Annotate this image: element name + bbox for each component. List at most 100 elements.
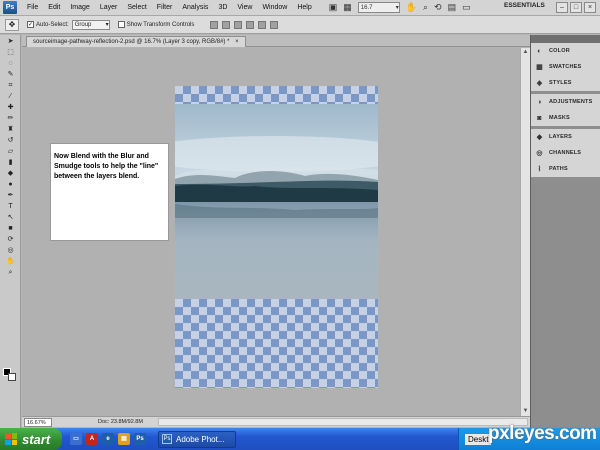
close-button[interactable]: × [584, 2, 596, 13]
align-bottom-icon[interactable] [234, 20, 243, 29]
gradient-tool-icon[interactable]: ▮ [4, 158, 17, 167]
menu-analysis[interactable]: Analysis [177, 4, 213, 11]
zoom-tool-icon[interactable]: ⌕ [4, 268, 17, 277]
panel-swatches[interactable]: ▦ SWATCHES [531, 59, 600, 75]
brush-tool-icon[interactable]: ✏ [4, 114, 17, 123]
quick-select-tool-icon[interactable]: ✎ [4, 70, 17, 79]
zoom-level-select[interactable]: 16.7 ▾ [357, 2, 400, 13]
document-tab[interactable]: sourceimage-pathway-reflection-2.psd @ 1… [26, 36, 246, 47]
workspace-switcher[interactable]: ESSENTIALS [504, 2, 545, 9]
maximize-button[interactable]: □ [570, 2, 582, 13]
lasso-tool-icon[interactable]: ◌ [4, 59, 17, 68]
scroll-down-icon[interactable]: ▼ [521, 407, 530, 416]
panel-masks[interactable]: ◙ MASKS [531, 110, 600, 126]
instruction-note: Now Blend with the Blur and Smudge tools… [50, 143, 169, 241]
instruction-text: Now Blend with the Blur and Smudge tools… [54, 153, 159, 180]
panel-paths-label: PATHS [549, 166, 568, 172]
status-zoom-field[interactable]: 16.67% [24, 417, 52, 427]
zoom-tool-icon[interactable]: ⌕ [423, 2, 428, 13]
document-size-info[interactable]: Doc: 23.8M/92.8M [98, 419, 143, 425]
show-transform-checkbox[interactable] [117, 21, 125, 28]
windows-flag-icon [5, 433, 17, 445]
taskbar-photoshop-button[interactable]: Ps Adobe Phot... [158, 430, 236, 448]
scroll-up-icon[interactable]: ▲ [521, 48, 530, 57]
document-tab-bar: sourceimage-pathway-reflection-2.psd @ 1… [22, 35, 530, 47]
crop-tool-icon[interactable]: ⌗ [4, 81, 17, 90]
menu-window[interactable]: Window [257, 4, 292, 11]
background-color-swatch[interactable] [8, 373, 16, 381]
healing-brush-tool-icon[interactable]: ✚ [4, 103, 17, 112]
close-tab-icon[interactable]: × [235, 39, 239, 45]
horizontal-scrollbar[interactable] [158, 418, 528, 426]
styles-icon: ◈ [536, 79, 543, 87]
photoshop-quick-icon[interactable]: Ps [134, 433, 146, 445]
start-button[interactable]: start [0, 428, 62, 450]
panel-channels[interactable]: ◎ CHANNELS [531, 145, 600, 161]
menu-select[interactable]: Select [122, 4, 151, 11]
canvas-workspace[interactable]: Now Blend with the Blur and Smudge tools… [22, 48, 520, 416]
panel-channels-label: CHANNELS [549, 150, 582, 156]
paths-icon: ⌇ [537, 165, 542, 173]
explorer-icon[interactable]: ▤ [118, 433, 130, 445]
view-extras-icon[interactable]: ▦ [343, 2, 352, 13]
dodge-tool-icon[interactable]: ● [4, 180, 17, 189]
menu-layer[interactable]: Layer [95, 4, 123, 11]
quick-launch: ▭ A e ▤ Ps [70, 433, 146, 445]
photoshop-window: Ps File Edit Image Layer Select Filter A… [0, 0, 600, 450]
panel-group-color: ◐ COLOR ▦ SWATCHES ◈ STYLES [531, 43, 600, 94]
move-tool-icon[interactable]: ➤ [4, 37, 17, 46]
shape-tool-icon[interactable]: ■ [4, 224, 17, 233]
panel-layers[interactable]: ◆ LAYERS [531, 129, 600, 145]
auto-select-value: Group [74, 21, 92, 28]
arrange-documents-icon[interactable]: ▤ [448, 2, 457, 13]
panel-color[interactable]: ◐ COLOR [531, 43, 600, 59]
menu-3d[interactable]: 3D [213, 4, 232, 11]
screen-mode-icon[interactable]: ▭ [462, 2, 471, 13]
3d-orbit-tool-icon[interactable]: ◎ [4, 246, 17, 255]
auto-select-dropdown[interactable]: Group ▾ [71, 19, 110, 30]
menu-help[interactable]: Help [292, 4, 316, 11]
type-tool-icon[interactable]: T [4, 202, 17, 211]
marquee-tool-icon[interactable]: ⬚ [4, 48, 17, 57]
color-icon: ◐ [537, 47, 542, 55]
blur-tool-icon[interactable]: ◆ [4, 169, 17, 178]
eraser-tool-icon[interactable]: ▱ [4, 147, 17, 156]
panel-styles-label: STYLES [549, 80, 572, 86]
align-right-icon[interactable] [270, 20, 279, 29]
hand-tool-icon[interactable]: ✋ [4, 257, 17, 266]
minimize-button[interactable]: – [556, 2, 568, 13]
panel-styles[interactable]: ◈ STYLES [531, 75, 600, 91]
pen-tool-icon[interactable]: ✒ [4, 191, 17, 200]
path-selection-tool-icon[interactable]: ↖ [4, 213, 17, 222]
align-left-icon[interactable] [246, 20, 255, 29]
vertical-scrollbar[interactable]: ▲ ▼ [520, 48, 530, 416]
clone-stamp-tool-icon[interactable]: ♜ [4, 125, 17, 134]
panel-adjustments[interactable]: ◑ ADJUSTMENTS [531, 94, 600, 110]
align-center-icon[interactable] [258, 20, 267, 29]
auto-select-checkbox[interactable]: ✓ [27, 21, 34, 28]
menu-filter[interactable]: Filter [152, 4, 178, 11]
history-brush-tool-icon[interactable]: ↺ [4, 136, 17, 145]
menu-file[interactable]: File [22, 4, 43, 11]
panel-masks-label: MASKS [549, 115, 570, 121]
panel-paths[interactable]: ⌇ PATHS [531, 161, 600, 177]
eyedropper-tool-icon[interactable]: ⁄ [4, 92, 17, 101]
launch-bridge-icon[interactable]: ▣ [329, 2, 338, 13]
channels-icon: ◎ [536, 149, 543, 157]
panel-adjustments-label: ADJUSTMENTS [549, 99, 593, 105]
align-middle-icon[interactable] [222, 20, 231, 29]
3d-rotate-tool-icon[interactable]: ⟳ [4, 235, 17, 244]
menu-view[interactable]: View [232, 4, 257, 11]
move-tool-preset-icon[interactable]: ✥ [5, 18, 19, 31]
align-top-icon[interactable] [210, 20, 219, 29]
align-buttons [210, 20, 279, 29]
panel-layers-label: LAYERS [549, 134, 573, 140]
acrobat-icon[interactable]: A [86, 433, 98, 445]
start-label: start [22, 431, 51, 447]
rotate-view-icon[interactable]: ⟲ [434, 2, 442, 13]
show-desktop-icon[interactable]: ▭ [70, 433, 82, 445]
internet-explorer-icon[interactable]: e [102, 433, 114, 445]
menu-edit[interactable]: Edit [43, 4, 65, 11]
menu-image[interactable]: Image [65, 4, 94, 11]
hand-tool-icon[interactable]: ✋ [406, 2, 417, 13]
